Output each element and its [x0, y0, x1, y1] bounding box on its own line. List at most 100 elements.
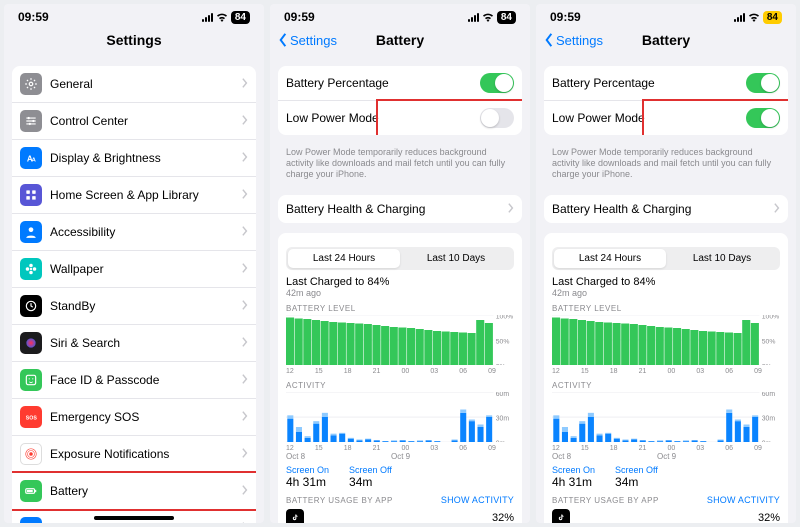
row-label: StandBy — [50, 299, 242, 313]
battery-content[interactable]: Battery Percentage Low Power Mode Low Powe… — [536, 56, 796, 523]
settings-row[interactable]: Battery — [12, 473, 256, 510]
siri-icon — [20, 332, 42, 354]
seg-last-24h[interactable]: Last 24 Hours — [288, 249, 400, 268]
battery-health-row[interactable]: Battery Health & Charging — [544, 195, 788, 223]
settings-list[interactable]: General Control Center AADisplay & Brightn… — [4, 56, 264, 523]
activity-xaxis: 1215182100030609 — [286, 445, 514, 452]
status-time: 09:59 — [550, 10, 581, 24]
page-title: Settings — [106, 32, 161, 48]
settings-row[interactable]: Siri & Search — [12, 325, 256, 362]
status-time: 09:59 — [18, 10, 49, 24]
row-label: Face ID & Passcode — [50, 373, 242, 387]
app-usage-row[interactable]: 32% — [286, 505, 514, 523]
battery-icon — [20, 480, 42, 502]
status-bar: 09:5984 — [270, 4, 530, 24]
settings-row[interactable]: SOSEmergency SOS — [12, 399, 256, 436]
screen-on-label: Screen On — [552, 465, 595, 475]
last-charged-sub: 42m ago — [286, 288, 514, 298]
signal-icon — [202, 13, 213, 22]
exposure-icon — [20, 443, 42, 465]
settings-row[interactable]: AADisplay & Brightness — [12, 140, 256, 177]
settings-row[interactable]: Accessibility — [12, 214, 256, 251]
chevron-right-icon — [242, 115, 248, 128]
battery-indicator: 84 — [763, 11, 782, 24]
battery-percentage-toggle[interactable] — [746, 73, 780, 93]
settings-row[interactable]: Control Center — [12, 103, 256, 140]
svg-text:50%: 50% — [762, 339, 776, 346]
lpm-footnote: Low Power Mode temporarily reduces backg… — [544, 145, 788, 185]
battery-content[interactable]: Battery PercentageLow Power ModeLow Powe… — [270, 56, 530, 523]
section-battery-level: BATTERY LEVEL — [286, 304, 514, 313]
seg-last-10d[interactable]: Last 10 Days — [666, 249, 778, 268]
app-usage-row[interactable]: 32% — [552, 505, 780, 523]
settings-row[interactable]: Wallpaper — [12, 251, 256, 288]
row-label: General — [50, 77, 242, 91]
phone-settings: 09:59 84 Settings General Control Center A… — [4, 4, 264, 523]
battery-health-row[interactable]: Battery Health & Charging — [278, 195, 522, 223]
row-label: Control Center — [50, 114, 242, 128]
settings-row[interactable]: Exposure Notifications — [12, 436, 256, 473]
home-indicator[interactable] — [94, 516, 174, 520]
show-activity-link[interactable]: SHOW ACTIVITY — [707, 495, 780, 505]
chevron-right-icon — [242, 152, 248, 165]
sliders-icon — [20, 110, 42, 132]
row-label: Low Power Mode — [286, 111, 480, 125]
row-label: Home Screen & App Library — [50, 188, 242, 202]
grid-icon — [20, 184, 42, 206]
usage-by-app-label: BATTERY USAGE BY APP — [286, 496, 393, 505]
wifi-icon — [216, 13, 228, 22]
settings-row[interactable]: StandBy — [12, 288, 256, 325]
row-label: Battery Health & Charging — [286, 202, 508, 216]
status-time: 09:59 — [284, 10, 315, 24]
seg-last-10d[interactable]: Last 10 Days — [400, 249, 512, 268]
app-pct: 32% — [758, 512, 780, 523]
gear-icon — [20, 73, 42, 95]
back-button[interactable]: Settings — [544, 33, 603, 48]
battery-percentage-toggle[interactable] — [480, 73, 514, 93]
page-title: Battery — [642, 32, 690, 48]
row-label: Exposure Notifications — [50, 447, 242, 461]
nav-bar: SettingsBattery — [270, 24, 530, 56]
back-label: Settings — [290, 33, 337, 48]
row-label: Wallpaper — [50, 262, 242, 276]
person-icon — [20, 221, 42, 243]
wifi-icon — [482, 13, 494, 22]
svg-text:0m: 0m — [496, 440, 506, 443]
row-label: Battery Health & Charging — [552, 202, 774, 216]
svg-text:100%: 100% — [496, 315, 513, 320]
svg-text:0%: 0% — [496, 364, 506, 366]
svg-text:100%: 100% — [762, 315, 779, 320]
low-power-mode-toggle[interactable] — [746, 108, 780, 128]
time-range-segmented[interactable]: Last 24 HoursLast 10 Days — [286, 247, 514, 270]
screen-on-value: 4h 31m — [552, 475, 595, 489]
settings-row[interactable]: Home Screen & App Library — [12, 177, 256, 214]
row-label: Privacy & Security — [50, 521, 242, 523]
chevron-right-icon — [774, 203, 780, 216]
low-power-mode-row: Low Power Mode — [544, 101, 788, 135]
signal-icon — [734, 13, 745, 22]
chevron-right-icon — [242, 485, 248, 498]
wifi-icon — [748, 13, 760, 22]
svg-text:0%: 0% — [762, 364, 772, 366]
show-activity-link[interactable]: SHOW ACTIVITY — [441, 495, 514, 505]
time-range-segmented[interactable]: Last 24 HoursLast 10 Days — [552, 247, 780, 270]
faceid-icon — [20, 369, 42, 391]
chevron-right-icon — [508, 203, 514, 216]
settings-row[interactable]: Face ID & Passcode — [12, 362, 256, 399]
signal-icon — [468, 13, 479, 22]
screen-off-label: Screen Off — [349, 465, 392, 475]
phone-battery-on: 09:59 84 Settings Battery Battery Percentage… — [536, 4, 796, 523]
settings-row[interactable]: General — [12, 66, 256, 103]
level-xaxis: 1215182100030609 — [552, 368, 780, 375]
row-label: Battery Percentage — [286, 76, 480, 90]
low-power-mode-row: Low Power Mode — [278, 101, 522, 135]
battery-indicator: 84 — [231, 11, 250, 24]
activity-xaxis: 1215182100030609 — [552, 445, 780, 452]
seg-last-24h[interactable]: Last 24 Hours — [554, 249, 666, 268]
low-power-mode-toggle[interactable] — [480, 108, 514, 128]
screen-on-value: 4h 31m — [286, 475, 329, 489]
row-label: Battery Percentage — [552, 76, 746, 90]
back-label: Settings — [556, 33, 603, 48]
day-labels: Oct 8Oct 9 — [552, 452, 780, 461]
back-button[interactable]: Settings — [278, 33, 337, 48]
